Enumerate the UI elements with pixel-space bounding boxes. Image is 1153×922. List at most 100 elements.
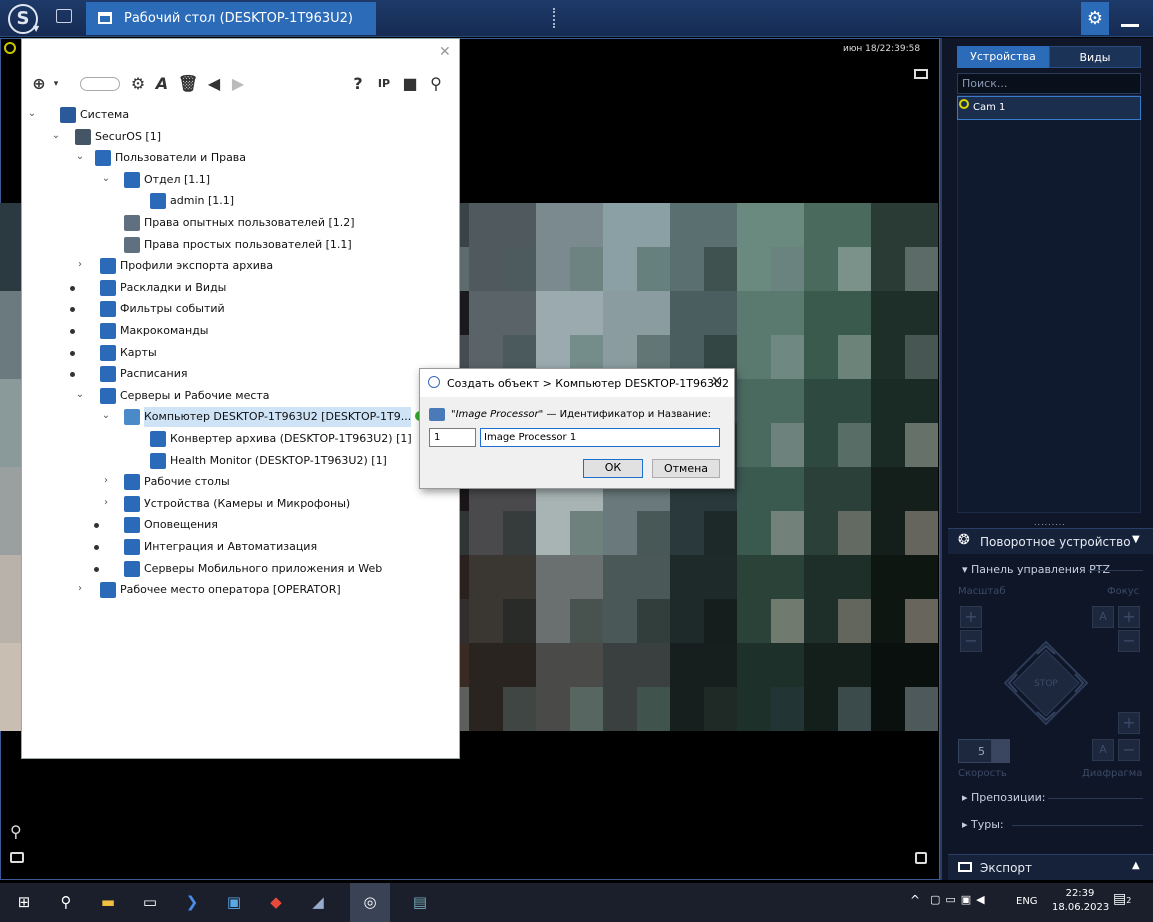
tree-toolbar: ⊕ ▾ ⚙ A 🗑 ◀ ▶ ? IP ■ ⚲ xyxy=(28,73,453,99)
chevron-down-icon[interactable]: ▼ xyxy=(1132,534,1140,545)
ptz-section-header[interactable]: Поворотное устройство xyxy=(948,528,1153,554)
tree-row[interactable]: SecurOS [1] xyxy=(95,127,161,147)
tree-expander-icon[interactable]: ⌄ xyxy=(50,130,62,141)
settings-gear-icon[interactable]: ⚙ xyxy=(128,73,148,95)
device-search-input[interactable]: Поиск... xyxy=(957,73,1141,94)
dialog-close-icon[interactable]: ✕ xyxy=(711,374,723,390)
camera-list-item[interactable]: Cam 1 xyxy=(957,96,1141,120)
speed-input[interactable]: 5 xyxy=(958,739,992,763)
securos-taskbar-icon[interactable]: ◎ xyxy=(350,883,390,922)
restore-window-icon[interactable] xyxy=(56,9,72,23)
tree-row[interactable]: Макрокоманды xyxy=(120,321,208,341)
clock[interactable]: 22:39 18.06.2023 xyxy=(1052,887,1109,915)
tree-row[interactable]: Расписания xyxy=(120,364,188,384)
add-dropdown-caret-icon[interactable]: ▾ xyxy=(50,73,62,95)
app-icon[interactable]: ◢ xyxy=(298,883,338,922)
terminal-icon[interactable]: ▭ xyxy=(130,883,170,922)
tree-expander-icon[interactable]: ⌄ xyxy=(100,173,112,184)
anydesk-icon[interactable]: ◆ xyxy=(256,883,296,922)
language-indicator[interactable]: ENG xyxy=(1016,896,1038,907)
tree-row[interactable]: Карты xyxy=(120,343,157,363)
focus-plus-button[interactable]: + xyxy=(1118,606,1140,628)
tree-row[interactable]: Рабочие столы xyxy=(144,472,230,492)
notification-center-icon[interactable]: ▤2 xyxy=(1113,891,1135,911)
zoom-search-icon[interactable]: ⚲ xyxy=(10,822,22,841)
tree-row[interactable]: Устройства (Камеры и Микрофоны) xyxy=(144,494,350,514)
taskbar-search-icon[interactable]: ⚲ xyxy=(46,883,86,922)
bookmark-icon[interactable]: ■ xyxy=(402,73,418,95)
back-arrow-icon[interactable]: ◀ xyxy=(204,73,224,95)
tree-row[interactable]: Права простых пользователей [1.1] xyxy=(144,235,352,255)
ok-button[interactable]: ОК xyxy=(583,459,643,478)
tree-expander-icon[interactable]: ⌄ xyxy=(74,389,86,400)
tree-row[interactable]: Оповещения xyxy=(144,515,218,535)
tours-toggle[interactable]: ▸ Туры: xyxy=(962,818,1004,831)
tree-expander-icon[interactable]: ⌄ xyxy=(26,108,38,119)
tree-row[interactable]: Health Monitor (DESKTOP-1T963U2) [1] xyxy=(170,451,387,471)
tree-expander-icon[interactable]: › xyxy=(100,497,112,508)
drag-handle[interactable] xyxy=(553,8,555,28)
tree-row[interactable]: Серверы и Рабочие места xyxy=(120,386,270,406)
ip-network-icon[interactable]: IP xyxy=(374,73,394,95)
object-id-field[interactable]: 1 xyxy=(429,428,476,447)
presets-toggle[interactable]: ▸ Препозиции: xyxy=(962,791,1045,804)
logo-menu-caret-icon[interactable]: ▼ xyxy=(33,24,39,33)
close-icon[interactable]: ✕ xyxy=(439,44,451,60)
zoom-out-button[interactable]: − xyxy=(960,630,982,652)
export-section-header[interactable]: Экспорт xyxy=(948,854,1153,880)
tree-expander-icon[interactable]: › xyxy=(100,475,112,486)
tray-status-icons[interactable]: ▢▭▣◀ xyxy=(930,893,990,906)
tree-row[interactable]: Серверы Мобильного приложения и Web xyxy=(144,559,382,579)
focus-minus-button[interactable]: − xyxy=(1118,630,1140,652)
toggle-switch[interactable] xyxy=(80,77,120,91)
auto-iris-button[interactable]: A xyxy=(1092,739,1114,761)
tree-expander-icon[interactable]: › xyxy=(74,259,86,270)
add-object-icon[interactable]: ⊕ xyxy=(28,73,50,95)
stop-record-icon[interactable] xyxy=(915,852,927,864)
ptz-direction-pad[interactable]: STOP xyxy=(1003,640,1089,726)
tree-row[interactable]: Раскладки и Виды xyxy=(120,278,226,298)
powershell-icon[interactable]: ❯ xyxy=(172,883,212,922)
video-pixel-block xyxy=(703,687,737,731)
tray-overflow-icon[interactable]: ^ xyxy=(910,893,920,907)
tab-views[interactable]: Виды xyxy=(1049,46,1141,68)
speed-spinner[interactable] xyxy=(992,739,1010,763)
delete-trash-icon[interactable]: 🗑 xyxy=(178,73,198,95)
iris-plus-button[interactable]: + xyxy=(1118,712,1140,734)
tree-expander-icon[interactable]: ⌄ xyxy=(100,410,112,421)
snapshot-camera-icon[interactable] xyxy=(10,852,24,863)
chevron-up-icon[interactable]: ▲ xyxy=(1132,860,1140,871)
tree-row[interactable]: Система xyxy=(80,105,129,125)
settings-gear-button[interactable]: ⚙ xyxy=(1081,2,1109,35)
tree-row[interactable]: Фильтры событий xyxy=(120,299,225,319)
tab-devices[interactable]: Устройства xyxy=(957,46,1049,68)
tree-row[interactable]: Компьютер DESKTOP-1T963U2 [DESKTOP-1T9..… xyxy=(144,407,412,428)
desktop-tab[interactable]: Рабочий стол (DESKTOP-1T963U2) xyxy=(86,2,376,35)
forward-arrow-icon[interactable]: ▶ xyxy=(228,73,248,95)
zoom-in-button[interactable]: + xyxy=(960,606,982,628)
auto-focus-button[interactable]: A xyxy=(1092,606,1114,628)
remote-desktop-icon[interactable]: ▣ xyxy=(214,883,254,922)
network-app-icon[interactable]: ▤ xyxy=(400,883,440,922)
splitter-grip[interactable]: ......... xyxy=(1034,518,1065,527)
tree-row[interactable]: Профили экспорта архива xyxy=(120,256,273,276)
tree-expander-icon[interactable]: ⌄ xyxy=(74,151,86,162)
tree-row[interactable]: Отдел [1.1] xyxy=(144,170,210,190)
windows-start-icon[interactable]: ⊞ xyxy=(4,883,44,922)
file-explorer-icon[interactable]: ▬ xyxy=(88,883,128,922)
help-icon[interactable]: ? xyxy=(348,73,368,95)
tree-row[interactable]: Пользователи и Права xyxy=(115,148,246,168)
search-icon[interactable]: ⚲ xyxy=(426,73,446,95)
tree-row[interactable]: Интеграция и Автоматизация xyxy=(144,537,317,557)
tree-row[interactable]: admin [1.1] xyxy=(170,191,234,211)
cancel-button[interactable]: Отмена xyxy=(652,459,720,478)
minimize-button[interactable] xyxy=(1113,2,1149,35)
tree-row[interactable]: Конвертер архива (DESKTOP-1T963U2) [1] xyxy=(170,429,412,449)
tree-row[interactable]: Права опытных пользователей [1.2] xyxy=(144,213,355,233)
layout-grid-icon[interactable] xyxy=(914,69,928,79)
tree-row[interactable]: Рабочее место оператора [OPERATOR] xyxy=(120,580,341,600)
iris-minus-button[interactable]: − xyxy=(1118,739,1140,761)
object-name-field[interactable]: Image Processor 1 xyxy=(480,428,720,447)
rename-icon[interactable]: A xyxy=(152,73,172,95)
tree-expander-icon[interactable]: › xyxy=(74,583,86,594)
